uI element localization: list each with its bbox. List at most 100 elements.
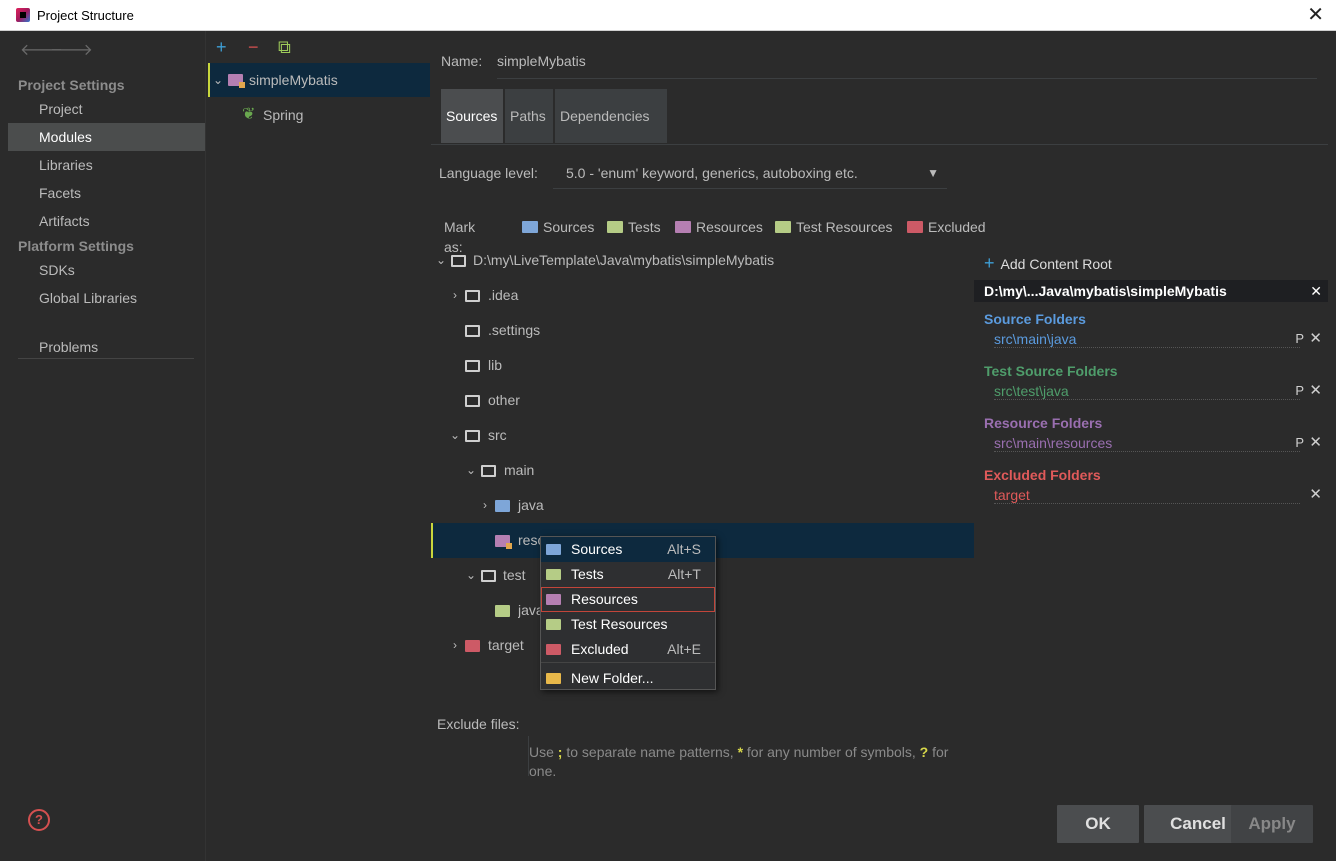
remove-test-folder-icon[interactable]: ✕ (1309, 381, 1322, 399)
package-prefix-icon[interactable]: P (1295, 331, 1304, 346)
folder-icon (481, 570, 496, 582)
tree-row-main[interactable]: ⌄ main (431, 453, 974, 488)
menu-item-resources[interactable]: Resources (541, 587, 715, 612)
tree-item-label: target (488, 637, 524, 653)
menu-item-excluded[interactable]: Excluded Alt+E (541, 637, 715, 662)
settings-nav: Project Settings Project Modules Librari… (8, 67, 205, 861)
tree-row-settings[interactable]: .settings (431, 313, 974, 348)
excluded-folder-icon (546, 644, 561, 655)
chevron-down-icon[interactable]: ⌄ (465, 453, 477, 488)
chevron-down-icon[interactable]: ⌄ (435, 243, 447, 278)
tree-row-src[interactable]: ⌄ src (431, 418, 974, 453)
folder-icon (481, 465, 496, 477)
tree-item-label: resources (518, 532, 541, 548)
tree-item-label: src (488, 427, 507, 443)
tree-row-root[interactable]: ⌄ D:\my\LiveTemplate\Java\mybatis\simple… (431, 243, 974, 278)
project-structure-dialog: 🡐 🡒 Project Settings Project Modules Lib… (8, 31, 1328, 861)
nav-item-problems[interactable]: Problems (8, 333, 205, 361)
name-label: Name: (441, 53, 483, 69)
add-module-icon[interactable]: + (216, 37, 227, 57)
mark-resources-button[interactable]: Resources (675, 217, 763, 237)
tree-row-other[interactable]: other (431, 383, 974, 418)
sources-folder-icon (495, 500, 510, 512)
module-item-spring[interactable]: ❦ Spring (208, 98, 430, 132)
menu-item-sources[interactable]: Sources Alt+S (541, 537, 715, 562)
chevron-right-icon[interactable]: › (449, 628, 461, 663)
tab-sources[interactable]: Sources (441, 89, 503, 143)
chevron-right-icon[interactable]: › (449, 278, 461, 313)
folder-icon (465, 360, 480, 372)
add-content-root-button[interactable]: + Add Content Root (984, 253, 1112, 274)
tree-item-label: other (488, 392, 520, 408)
chevron-right-icon[interactable]: › (479, 488, 491, 523)
tab-paths[interactable]: Paths (505, 89, 553, 143)
excluded-folder-icon (907, 221, 923, 233)
apply-button[interactable]: Apply (1231, 805, 1313, 843)
folder-icon (451, 255, 466, 267)
tree-row-idea[interactable]: › .idea (431, 278, 974, 313)
tree-item-label: .settings (488, 322, 541, 338)
nav-item-modules[interactable]: Modules (8, 123, 205, 151)
menu-divider (541, 662, 715, 663)
resources-folder-icon (546, 594, 561, 605)
nav-item-sdks[interactable]: SDKs (8, 256, 205, 284)
tree-root-label: D:\my\LiveTemplate\Java\mybatis\simpleMy… (473, 252, 775, 268)
mark-excluded-button[interactable]: Excluded (907, 217, 986, 237)
package-prefix-icon[interactable]: P (1295, 435, 1304, 450)
content-root-panel: + Add Content Root D:\my\...Java\mybatis\… (974, 243, 1328, 703)
help-icon[interactable]: ? (28, 809, 50, 831)
remove-excluded-folder-icon[interactable]: ✕ (1309, 485, 1322, 503)
ok-button[interactable]: OK (1057, 805, 1139, 843)
menu-item-label: Sources (571, 541, 623, 557)
nav-item-facets[interactable]: Facets (8, 179, 205, 207)
hint-symbol: ? (919, 744, 929, 760)
source-folders-title: Source Folders (984, 311, 1086, 327)
tab-dependencies[interactable]: Dependencies (555, 89, 667, 143)
mark-sources-button[interactable]: Sources (522, 217, 594, 237)
forward-arrow-icon[interactable]: 🡒 (50, 39, 93, 60)
nav-toolbar: 🡐 🡒 (8, 31, 205, 67)
module-item-simplemybatis[interactable]: ⌄ simpleMybatis (208, 63, 430, 97)
project-settings-header: Project Settings (18, 77, 125, 93)
package-prefix-icon[interactable]: P (1295, 383, 1304, 398)
window-close-button[interactable]: ✕ (1307, 3, 1324, 27)
plus-icon: + (984, 253, 995, 273)
resource-folder-path: src\main\resources (994, 435, 1300, 452)
tree-row-main-java[interactable]: › java (431, 488, 974, 523)
nav-item-libraries[interactable]: Libraries (8, 151, 205, 179)
chevron-down-icon[interactable]: ⌄ (449, 418, 461, 453)
remove-resource-folder-icon[interactable]: ✕ (1309, 433, 1322, 451)
remove-module-icon[interactable]: − (248, 37, 259, 57)
mark-sources-label: Sources (543, 219, 595, 235)
folder-icon (465, 290, 480, 302)
nav-item-project[interactable]: Project (8, 95, 205, 123)
menu-item-new-folder[interactable]: New Folder... (541, 666, 715, 691)
language-level-select[interactable]: 5.0 - 'enum' keyword, generics, autoboxi… (553, 157, 947, 189)
excluded-folder-path: target (994, 487, 1300, 504)
module-name-input[interactable]: simpleMybatis (497, 45, 1317, 79)
menu-item-tests[interactable]: Tests Alt+T (541, 562, 715, 587)
add-content-root-label: Add Content Root (1000, 256, 1112, 272)
menu-item-shortcut: Alt+T (667, 566, 701, 582)
mark-test-resources-button[interactable]: Test Resources (775, 217, 892, 237)
language-level-label: Language level: (439, 165, 538, 181)
nav-item-global-libraries[interactable]: Global Libraries (8, 284, 205, 312)
mark-tests-button[interactable]: Tests (607, 217, 661, 237)
remove-source-folder-icon[interactable]: ✕ (1309, 329, 1322, 347)
chevron-down-icon[interactable]: ⌄ (465, 558, 477, 593)
mark-tests-label: Tests (628, 219, 661, 235)
chevron-down-icon[interactable]: ⌄ (212, 63, 224, 97)
module-list-panel: + − ⧉ ⌄ simpleMybatis ❦ Spring (205, 31, 431, 861)
menu-item-shortcut: Alt+S (667, 541, 701, 557)
remove-content-root-icon[interactable]: ✕ (1310, 280, 1322, 302)
tree-row-lib[interactable]: lib (431, 348, 974, 383)
tree-item-label: main (504, 462, 535, 478)
test-resources-folder-icon (546, 619, 561, 630)
nav-item-artifacts[interactable]: Artifacts (8, 207, 205, 235)
exclude-files-label: Exclude files: (437, 716, 520, 732)
tab-divider (431, 144, 1328, 145)
hint-text: to separate name patterns, (562, 744, 738, 760)
test-source-folders-title: Test Source Folders (984, 363, 1118, 379)
menu-item-test-resources[interactable]: Test Resources (541, 612, 715, 637)
copy-module-icon[interactable]: ⧉ (278, 37, 291, 57)
